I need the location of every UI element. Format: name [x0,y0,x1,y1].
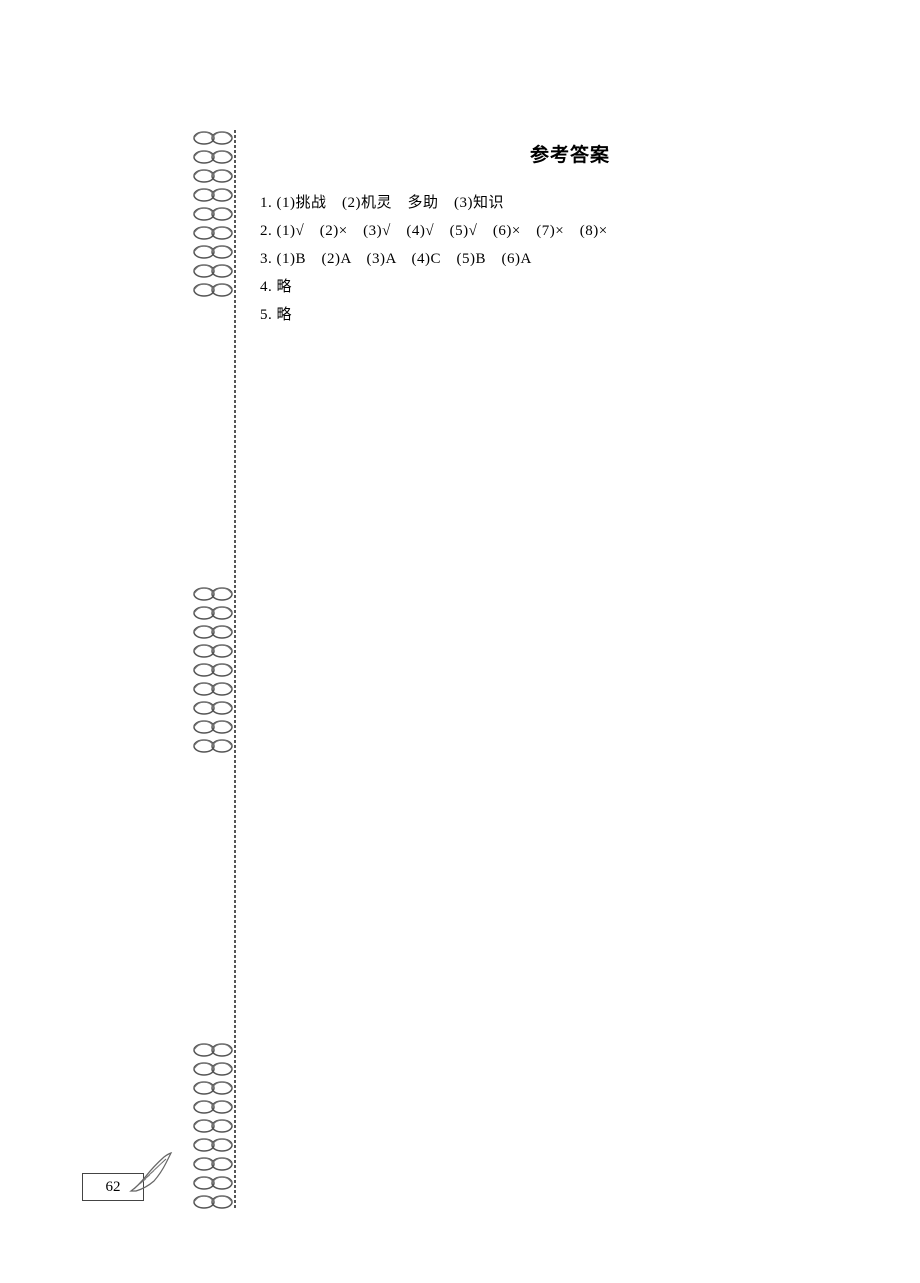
spiral-ring [192,586,234,602]
spiral-ring [192,1099,234,1115]
spiral-ring [192,1080,234,1096]
spiral-ring [192,624,234,640]
spiral-ring [192,643,234,659]
spiral-ring [192,605,234,621]
answers-title: 参考答案 [260,140,880,167]
feather-icon [126,1151,176,1195]
answer-line-4: 4. 略 [260,273,880,301]
answer-line-5: 5. 略 [260,301,880,329]
ring-group-2 [192,586,242,754]
spiral-ring [192,149,234,165]
spiral-ring [192,738,234,754]
spiral-ring [192,225,234,241]
spiral-ring [192,681,234,697]
answer-line-2: 2. (1)√ (2)× (3)√ (4)√ (5)√ (6)× (7)× (8… [260,217,880,245]
spiral-ring [192,719,234,735]
spiral-ring [192,1042,234,1058]
ring-group-3 [192,1042,242,1210]
spiral-binding [192,130,242,1210]
answer-content: 参考答案 1. (1)挑战 (2)机灵 多助 (3)知识 2. (1)√ (2)… [260,140,880,329]
spiral-ring [192,1118,234,1134]
spiral-ring [192,130,234,146]
spiral-ring [192,206,234,222]
page-number-box: 62 [82,1159,182,1201]
spiral-ring [192,187,234,203]
spiral-ring [192,662,234,678]
spiral-ring [192,282,234,298]
spiral-ring [192,168,234,184]
spiral-ring [192,1156,234,1172]
spiral-ring [192,1061,234,1077]
ring-group-1 [192,130,242,298]
spiral-ring [192,263,234,279]
answer-line-3: 3. (1)B (2)A (3)A (4)C (5)B (6)A [260,245,880,273]
spiral-ring [192,700,234,716]
spiral-ring [192,1137,234,1153]
spiral-ring [192,1194,234,1210]
spiral-ring [192,244,234,260]
spiral-ring [192,1175,234,1191]
answer-line-1: 1. (1)挑战 (2)机灵 多助 (3)知识 [260,189,880,217]
